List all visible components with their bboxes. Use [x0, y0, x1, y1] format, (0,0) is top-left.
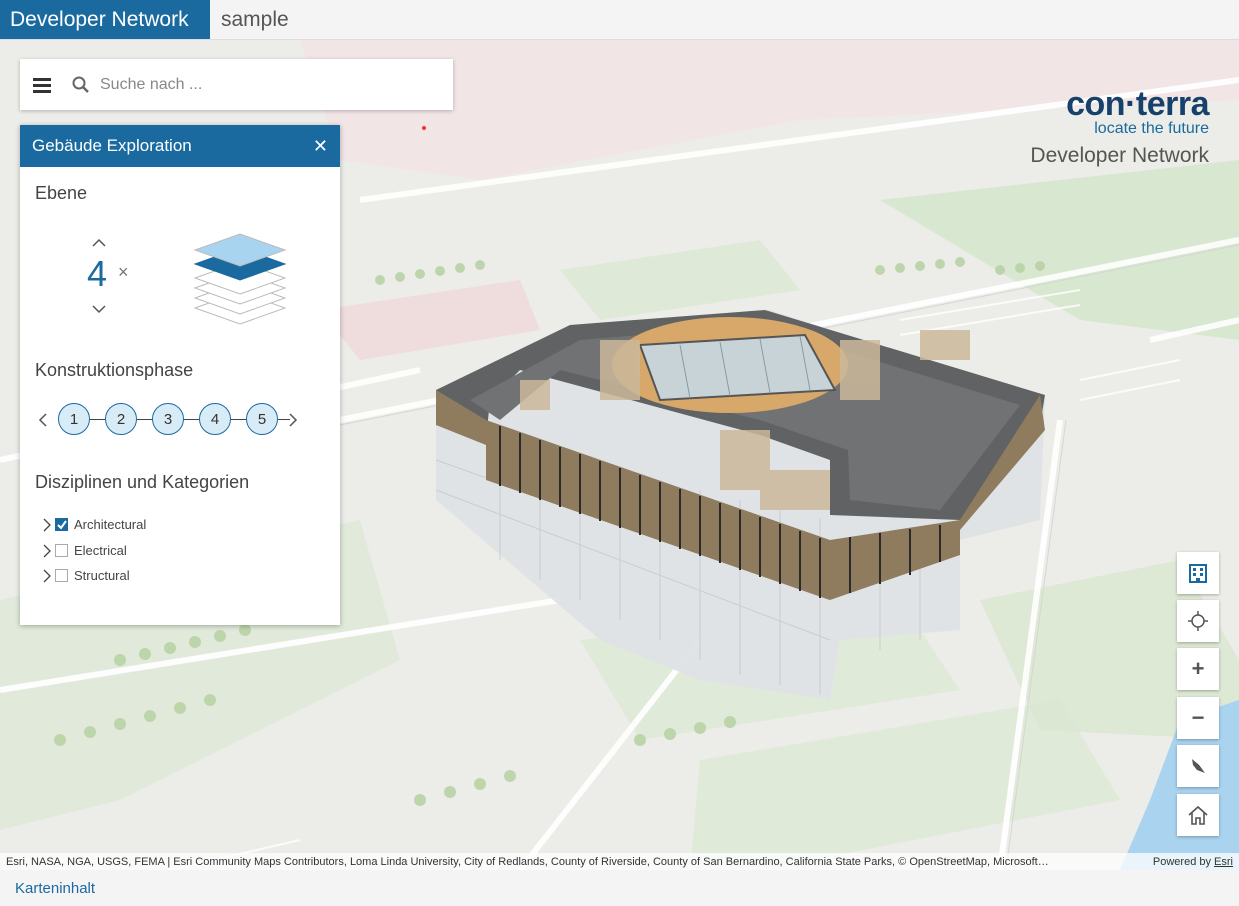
compass-icon [1192, 759, 1205, 773]
building-exploration-panel: Gebäude Exploration ✕ Ebene 4 × Konstruk… [20, 125, 340, 625]
level-down-icon[interactable] [91, 303, 107, 315]
app-header: Developer Network sample [0, 0, 1239, 40]
close-icon[interactable]: ✕ [313, 136, 328, 157]
category-item[interactable]: Electrical [42, 543, 127, 558]
compass-button[interactable] [1177, 745, 1219, 787]
phase-next-icon[interactable] [288, 413, 298, 427]
disciplines-section-title: Disziplinen und Kategorien [35, 472, 250, 492]
zoom-out-button[interactable]: − [1177, 697, 1219, 739]
level-up-icon[interactable] [91, 237, 107, 249]
locate-button[interactable] [1177, 600, 1219, 642]
logo-network-label: Developer Network [1030, 144, 1209, 167]
chevron-right-icon[interactable] [42, 518, 52, 532]
building-tool-button[interactable] [1177, 552, 1219, 594]
powered-by: Powered by Esri [1153, 856, 1239, 868]
phase-5[interactable]: 5 [246, 403, 278, 435]
phase-1[interactable]: 1 [58, 403, 90, 435]
phase-3[interactable]: 3 [152, 403, 184, 435]
building-icon [1189, 564, 1207, 583]
zoom-in-button[interactable]: + [1177, 648, 1219, 690]
footer-bar: Karteninhalt [0, 870, 1239, 906]
category-label: Electrical [74, 543, 127, 558]
level-clear-icon[interactable]: × [118, 262, 129, 283]
category-item[interactable]: Architectural [42, 517, 146, 532]
logo-tagline: locate the future [1094, 120, 1209, 137]
esri-link[interactable]: Esri [1214, 856, 1233, 868]
attribution-text: Esri, NASA, NGA, USGS, FEMA | Esri Commu… [6, 855, 1049, 868]
phase-4[interactable]: 4 [199, 403, 231, 435]
phase-section-title: Konstruktionsphase [35, 360, 194, 380]
home-button[interactable] [1177, 794, 1219, 836]
map-attribution: Esri, NASA, NGA, USGS, FEMA | Esri Commu… [0, 853, 1239, 870]
level-section-title: Ebene [35, 183, 88, 203]
map-content-link[interactable]: Karteninhalt [15, 880, 95, 897]
zoom-out-icon: − [1191, 705, 1205, 730]
app-name: sample [221, 7, 289, 31]
phase-prev-icon[interactable] [38, 413, 48, 427]
hamburger-icon [33, 77, 51, 93]
home-icon [1188, 805, 1208, 825]
category-label: Structural [74, 568, 130, 583]
chevron-right-icon[interactable] [42, 569, 52, 583]
panel-header: Gebäude Exploration ✕ [20, 125, 340, 167]
brand-title[interactable]: Developer Network [0, 0, 210, 39]
search-icon [72, 76, 96, 94]
panel-title: Gebäude Exploration [32, 136, 192, 155]
checkbox[interactable] [55, 569, 68, 582]
locate-icon [1188, 611, 1208, 631]
zoom-in-icon: + [1191, 656, 1205, 681]
level-value: 4 [87, 253, 108, 294]
phase-2[interactable]: 2 [105, 403, 137, 435]
checkbox-checked[interactable] [55, 518, 68, 531]
powered-by-label: Powered by [1152, 855, 1211, 868]
chevron-right-icon[interactable] [42, 544, 52, 558]
menu-button[interactable] [20, 59, 64, 110]
logo-wordmark: con·terra [1066, 85, 1209, 123]
floor-stack-icon [193, 233, 287, 325]
phase-stepper: 1 2 3 4 5 [38, 403, 308, 437]
category-label: Architectural [74, 517, 147, 532]
search-input[interactable] [100, 75, 430, 94]
search-box [20, 59, 453, 110]
conterra-logo: con·terra locate the future Developer Ne… [1030, 85, 1209, 168]
category-item[interactable]: Structural [42, 568, 130, 583]
checkbox[interactable] [55, 544, 68, 557]
